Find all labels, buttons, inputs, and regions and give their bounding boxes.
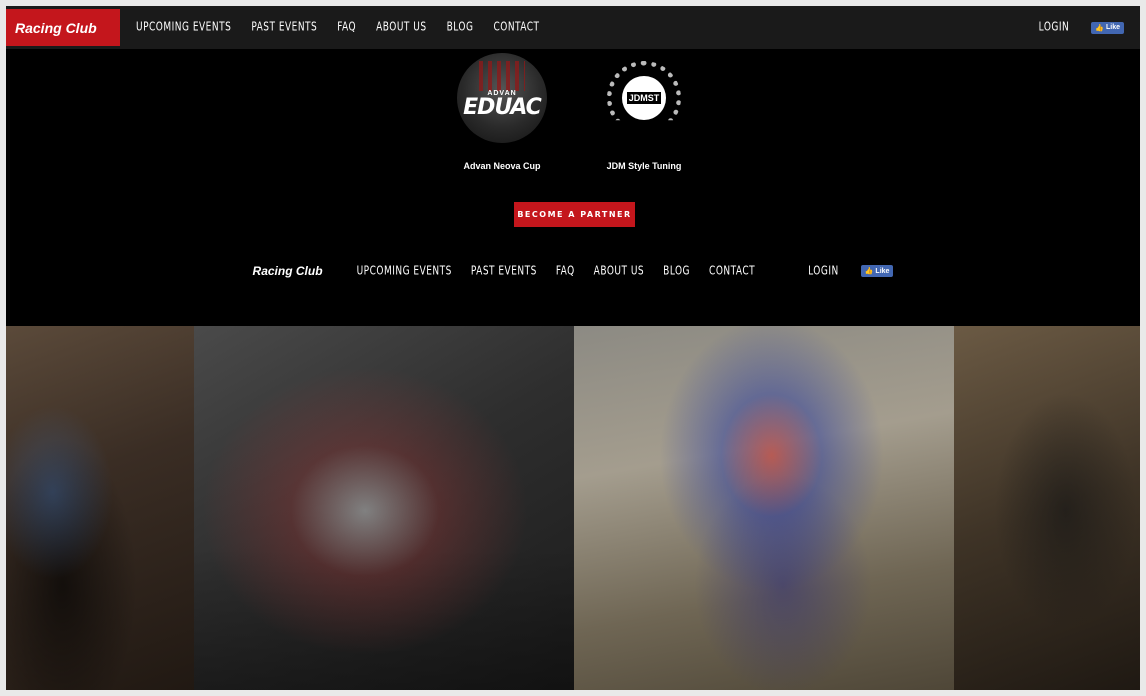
top-nav-links: UPCOMING EVENTS PAST EVENTS FAQ ABOUT US… xyxy=(136,21,560,35)
partner-advan[interactable]: ADVAN EDUAC Advan Neova Cup xyxy=(447,53,557,171)
nav-past-events[interactable]: PAST EVENTS xyxy=(471,264,537,278)
partner-jdm[interactable]: JDMST JDM Style Tuning xyxy=(589,53,699,171)
thumbs-up-icon: 👍 xyxy=(864,268,874,275)
photo-strip xyxy=(6,326,1140,690)
photo-overlay xyxy=(954,326,1140,690)
thumbs-up-icon: 👍 xyxy=(1095,24,1104,32)
nav-past-events[interactable]: PAST EVENTS xyxy=(251,21,317,35)
nav-login[interactable]: LOGIN xyxy=(1039,21,1070,35)
jdmst-logo: JDMST xyxy=(599,53,689,143)
nav-contact[interactable]: CONTACT xyxy=(493,21,539,35)
brand-logo[interactable]: Racing Club xyxy=(6,9,120,46)
advan-logo-text: EDUAC xyxy=(463,95,542,120)
atv-photo-right[interactable] xyxy=(954,326,1140,690)
top-nav-right: LOGIN 👍 Like xyxy=(1039,21,1140,35)
jdmst-logo-text: JDMST xyxy=(626,92,662,104)
nav-faq[interactable]: FAQ xyxy=(337,21,356,35)
partner-name: JDM Style Tuning xyxy=(606,161,682,171)
become-partner-button[interactable]: BECOME A PARTNER xyxy=(514,202,635,227)
top-navbar: Racing Club UPCOMING EVENTS PAST EVENTS … xyxy=(6,6,1140,49)
advan-logo: ADVAN EDUAC xyxy=(457,53,547,143)
facebook-like-label: Like xyxy=(1105,24,1120,31)
brand-text: Racing Club xyxy=(15,19,97,36)
photo-overlay xyxy=(6,326,194,690)
page-frame: Racing Club UPCOMING EVENTS PAST EVENTS … xyxy=(0,0,1146,696)
secondary-navbar: Racing Club UPCOMING EVENTS PAST EVENTS … xyxy=(6,264,1140,278)
facebook-like-button[interactable]: 👍 Like xyxy=(860,265,894,277)
nav-upcoming-events[interactable]: UPCOMING EVENTS xyxy=(136,21,231,35)
nav-upcoming-events[interactable]: UPCOMING EVENTS xyxy=(357,264,452,278)
photo-overlay xyxy=(574,326,954,690)
nav-about-us[interactable]: ABOUT US xyxy=(376,21,426,35)
nav-blog[interactable]: BLOG xyxy=(447,21,474,35)
partners-section: ADVAN EDUAC Advan Neova Cup JDMST JDM St… xyxy=(6,53,1140,171)
photo-overlay xyxy=(194,326,574,690)
nav-contact[interactable]: CONTACT xyxy=(709,264,755,278)
partner-name: Advan Neova Cup xyxy=(463,161,541,171)
nav-faq[interactable]: FAQ xyxy=(556,264,575,278)
jdmst-badge: JDMST xyxy=(622,76,666,120)
facebook-like-label: Like xyxy=(875,267,890,275)
nav-login[interactable]: LOGIN xyxy=(808,264,839,278)
motocross-photo-left[interactable] xyxy=(6,326,194,690)
superbike-photo[interactable] xyxy=(194,326,574,690)
footer-brand[interactable]: Racing Club xyxy=(253,264,323,278)
advan-logo-stripes xyxy=(479,61,525,91)
facebook-like-button[interactable]: 👍 Like xyxy=(1091,21,1124,34)
nav-blog[interactable]: BLOG xyxy=(663,264,690,278)
motocross-photo-center[interactable] xyxy=(574,326,954,690)
nav-about-us[interactable]: ABOUT US xyxy=(594,264,644,278)
